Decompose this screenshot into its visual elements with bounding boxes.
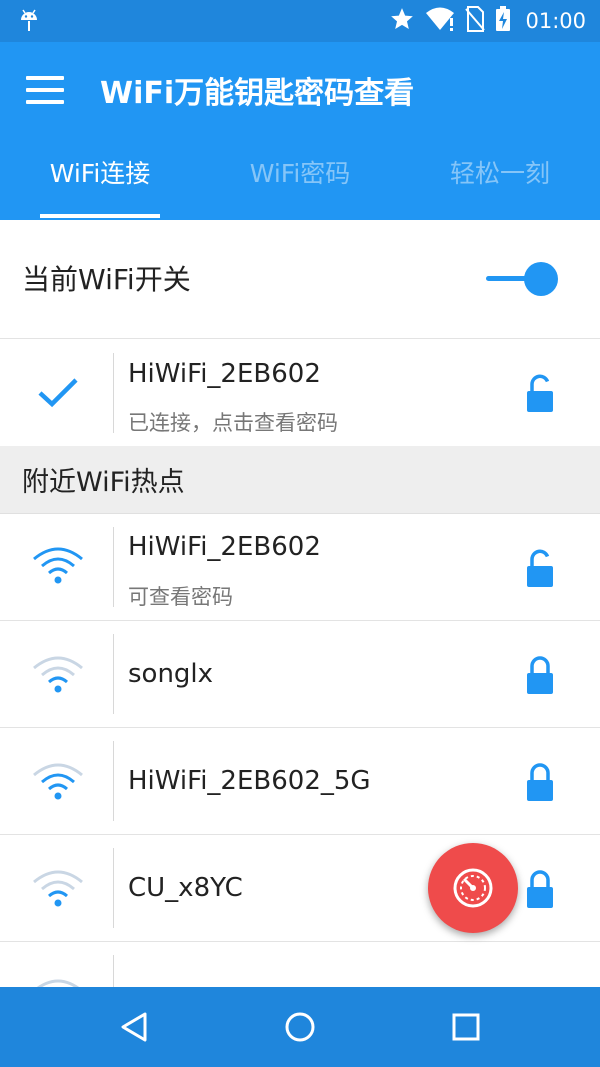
tab-relax[interactable]: 轻松一刻 xyxy=(400,142,600,220)
wifi-signal-medium-icon xyxy=(28,756,88,806)
wifi-signal-weak-icon xyxy=(28,649,88,699)
list-item[interactable]: HiWiFi_2EB602_5G xyxy=(0,728,600,835)
wifi-toggle[interactable] xyxy=(486,261,558,297)
nearby-section-header: 附近WiFi热点 xyxy=(0,446,600,514)
connected-ssid: HiWiFi_2EB602 xyxy=(128,359,321,389)
app-title: WiFi万能钥匙密码查看 xyxy=(100,76,415,111)
status-time: 01:00 xyxy=(525,9,586,33)
connected-network-row[interactable]: HiWiFi_2EB602 已连接，点击查看密码 xyxy=(0,339,600,447)
unlock-icon xyxy=(524,373,556,413)
battery-charging-icon xyxy=(495,6,511,36)
speedometer-fab[interactable] xyxy=(428,843,518,933)
tab-wifi-connect[interactable]: WiFi连接 xyxy=(0,142,200,220)
wifi-switch-label: 当前WiFi开关 xyxy=(22,263,191,296)
network-ssid: HiWiFi_2EB602_5G xyxy=(128,766,371,796)
tab-bar: WiFi连接 WiFi密码 轻松一刻 xyxy=(0,142,600,220)
lock-icon xyxy=(524,655,556,695)
unlock-icon xyxy=(524,548,556,588)
network-ssid: CU_x8YC xyxy=(128,873,243,903)
system-nav-bar xyxy=(0,987,600,1067)
tab-wifi-password[interactable]: WiFi密码 xyxy=(200,142,400,220)
app-bar: WiFi万能钥匙密码查看 WiFi连接 WiFi密码 轻松一刻 xyxy=(0,42,600,220)
menu-icon[interactable] xyxy=(26,76,66,106)
recents-icon[interactable] xyxy=(448,1009,484,1045)
network-ssid: HiWiFi_2EB602 xyxy=(128,532,321,562)
lock-icon xyxy=(524,869,556,909)
network-ssid: songlx xyxy=(128,659,214,689)
speedometer-icon xyxy=(453,868,493,908)
list-item[interactable]: songlx xyxy=(0,621,600,728)
no-sim-icon xyxy=(465,6,486,36)
checkmark-icon xyxy=(28,367,88,417)
wifi-signal-strong-icon xyxy=(28,540,88,590)
wifi-signal-weak-icon xyxy=(28,863,88,913)
wifi-status-icon xyxy=(425,6,455,36)
android-notification-icon xyxy=(18,9,40,37)
list-item[interactable]: HiWiFi_2EB602 可查看密码 xyxy=(0,514,600,621)
list-item-partial[interactable] xyxy=(0,942,600,995)
nearby-header-label: 附近WiFi热点 xyxy=(22,467,185,498)
connected-status: 已连接，点击查看密码 xyxy=(128,411,338,435)
network-sub: 可查看密码 xyxy=(128,585,233,609)
lock-icon xyxy=(524,762,556,802)
home-icon[interactable] xyxy=(282,1009,318,1045)
wifi-switch-row: 当前WiFi开关 xyxy=(0,220,600,339)
status-bar: 01:00 xyxy=(0,0,600,42)
star-icon xyxy=(389,6,415,36)
back-icon[interactable] xyxy=(116,1009,152,1045)
